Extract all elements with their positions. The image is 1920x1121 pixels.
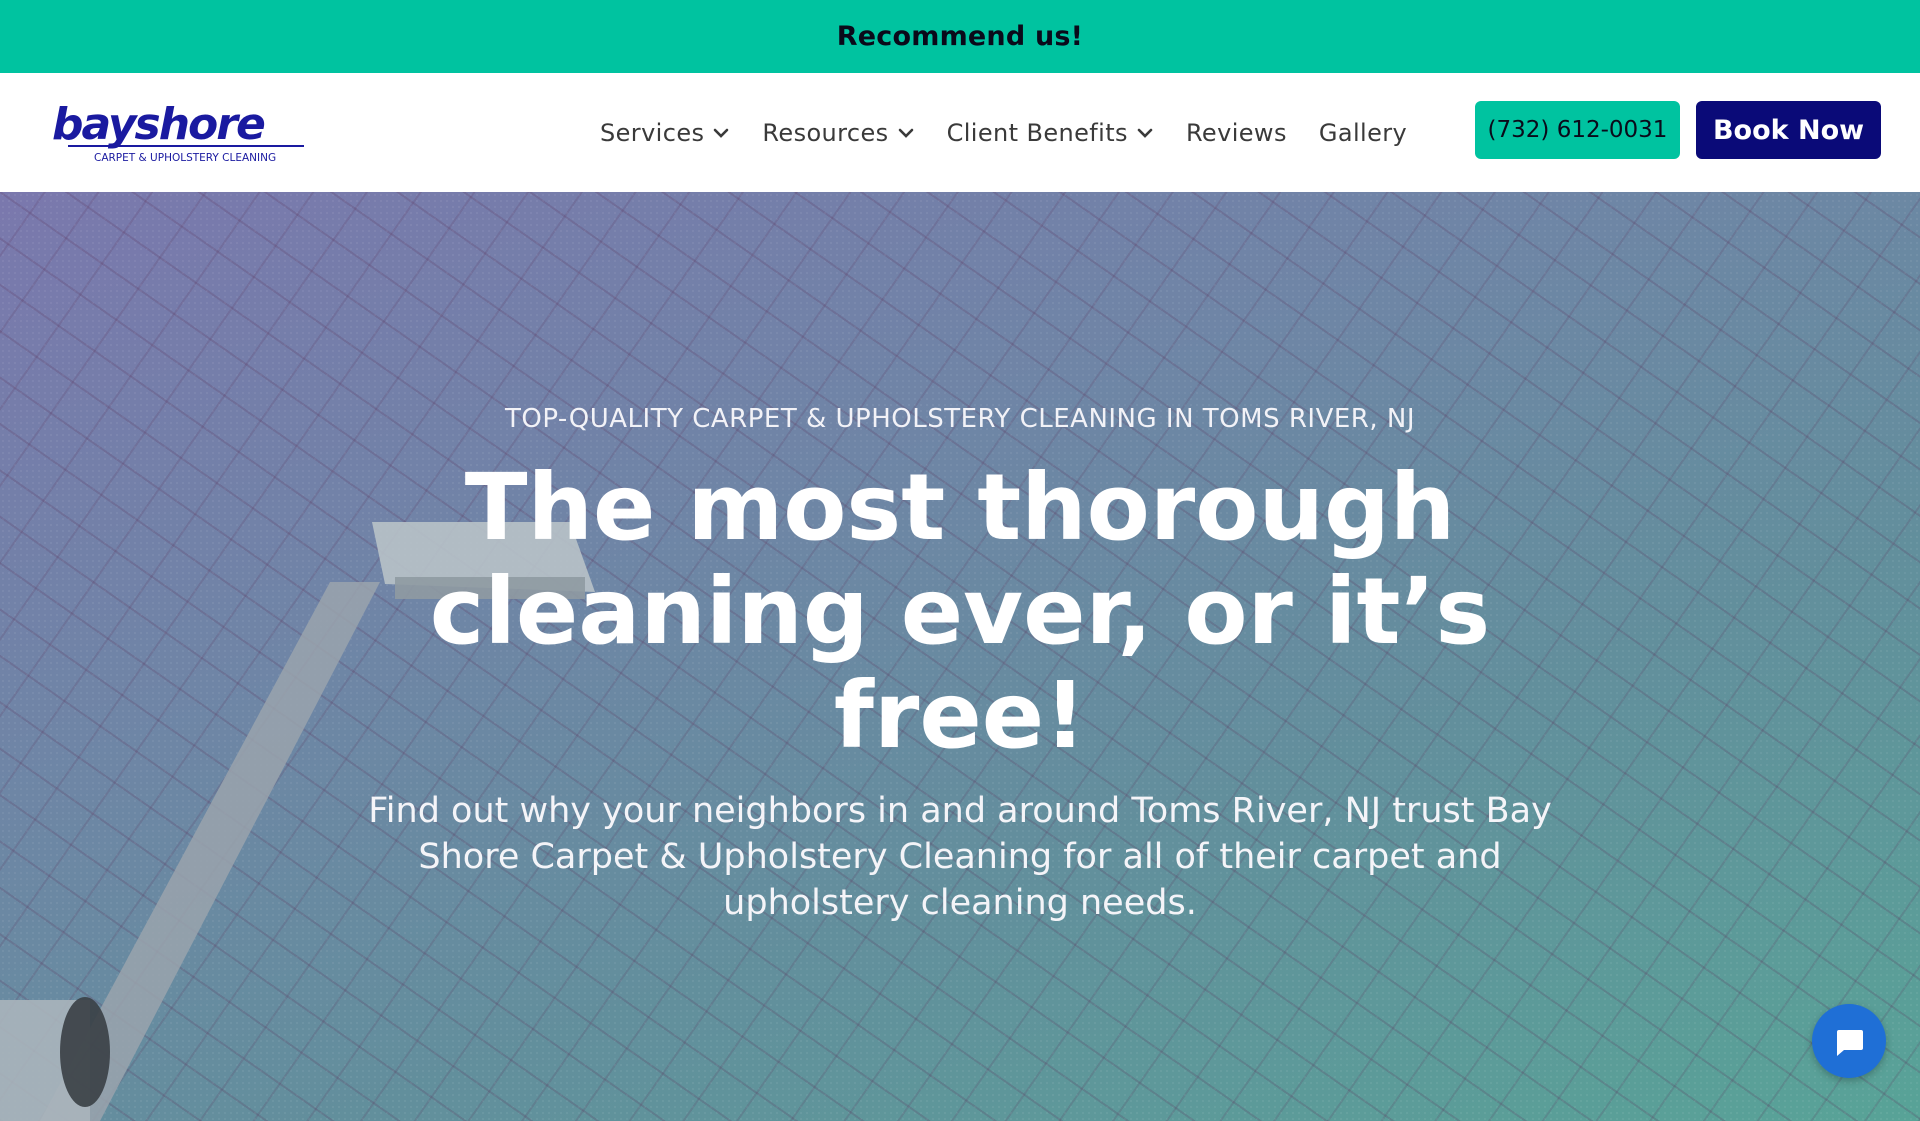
logo-graphic: bayshore CARPET & UPHOLSTERY CLEANING: [52, 99, 304, 164]
main-nav: Services Resources Client Benefits Revie…: [600, 73, 1439, 192]
hero-content: TOP-QUALITY CARPET & UPHOLSTERY CLEANING…: [0, 404, 1920, 926]
hero-section: TOP-QUALITY CARPET & UPHOLSTERY CLEANING…: [0, 192, 1920, 1121]
chevron-down-icon: [714, 128, 729, 138]
site-header: bayshore CARPET & UPHOLSTERY CLEANING Se…: [0, 73, 1920, 192]
bayshore-logo[interactable]: bayshore CARPET & UPHOLSTERY CLEANING: [50, 99, 315, 165]
logo-wordmark: bayshore: [52, 99, 265, 150]
hero-title: The most thorough cleaning ever, or it’s…: [429, 454, 1491, 769]
nav-item-reviews[interactable]: Reviews: [1186, 119, 1287, 147]
nav-item-services[interactable]: Services: [600, 119, 730, 147]
nav-item-label: Resources: [762, 118, 889, 147]
logo-tagline: CARPET & UPHOLSTERY CLEANING: [94, 152, 276, 164]
chat-button[interactable]: [1812, 1004, 1886, 1078]
phone-button[interactable]: (732) 612-0031: [1475, 101, 1680, 159]
chat-bubble-icon: [1837, 1030, 1863, 1056]
nav-item-label: Client Benefits: [946, 118, 1128, 147]
nav-item-label: Services: [600, 118, 705, 147]
hero-eyebrow: TOP-QUALITY CARPET & UPHOLSTERY CLEANING…: [504, 404, 1416, 434]
nav-item-resources[interactable]: Resources: [762, 119, 914, 147]
nav-item-label: Reviews: [1185, 118, 1287, 147]
hero-subtitle: Find out why your neighbors in and aroun…: [368, 791, 1552, 923]
nav-item-label: Gallery: [1318, 118, 1408, 147]
nav-item-gallery[interactable]: Gallery: [1319, 119, 1407, 147]
promo-bar: Recommend us!: [0, 0, 1920, 73]
chevron-down-icon: [898, 128, 913, 138]
nav-item-client-benefits[interactable]: Client Benefits: [947, 119, 1154, 147]
chevron-down-icon: [1137, 128, 1153, 138]
book-now-button[interactable]: Book Now: [1696, 101, 1881, 159]
recommend-us-link[interactable]: Recommend us!: [837, 21, 1083, 52]
